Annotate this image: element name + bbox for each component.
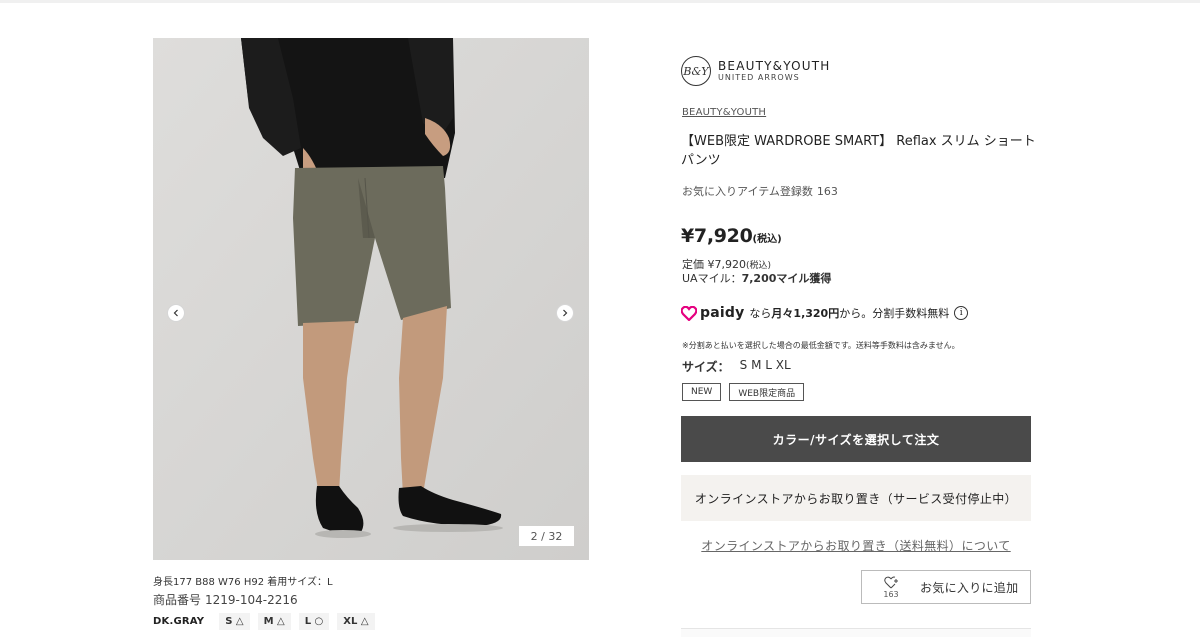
product-tags: NEW WEB限定商品 (682, 383, 812, 401)
info-icon[interactable]: i (954, 306, 969, 320)
variant-size-stock: S △ (219, 613, 250, 630)
paidy-text: なら月々1,320円から。分割手数料無料 (749, 305, 949, 321)
next-section-edge (681, 628, 1031, 637)
sale-price-tax: (税込) (752, 234, 782, 245)
store-pickup-button[interactable]: オンラインストアからお取り置き（サービス受付停止中） (681, 475, 1031, 521)
paidy-installment: paidy なら月々1,320円から。分割手数料無料 i (681, 305, 969, 321)
paidy-text-prefix: なら (749, 307, 772, 320)
product-image-gallery[interactable]: 2 / 32 (153, 38, 589, 560)
product-number-value: 1219-104-2216 (205, 593, 298, 607)
product-number-label: 商品番号 (153, 593, 202, 607)
ua-miles-value: 7,200マイル獲得 (741, 272, 832, 285)
available-sizes: サイズ： S M L XL (682, 358, 791, 375)
brand-logo-name: BEAUTY&YOUTH (718, 58, 831, 73)
size-values: S M L XL (739, 358, 791, 372)
tag-web-exclusive: WEB限定商品 (729, 383, 805, 401)
heart-plus-icon (883, 576, 898, 588)
variant-size-stock: L ○ (298, 613, 330, 630)
favorite-count-value: 163 (816, 185, 838, 198)
tag-new: NEW (682, 383, 722, 401)
previous-image-button[interactable] (167, 304, 185, 322)
select-color-size-order-button[interactable]: カラー/サイズを選択して注文 (681, 416, 1031, 462)
stock-variant-row: DK.GRAY S △ M △ L ○ XL △ (153, 613, 383, 630)
brand-logo-sub: UNITED ARROWS (718, 73, 800, 83)
favorite-button-count: 163 (883, 589, 899, 599)
sale-price: ¥7,920(税込) (681, 225, 782, 247)
paidy-logo: paidy (681, 305, 744, 321)
variant-size-stock: M △ (257, 613, 291, 630)
brand-monogram-icon: B&Y (681, 56, 711, 86)
model-size-info: 身長177 B88 W76 H92 着用サイズ：L (153, 577, 333, 588)
product-photo (153, 38, 589, 560)
brand-logo[interactable]: B&Y BEAUTY&YOUTH UNITED ARROWS (681, 56, 830, 86)
paidy-text-suffix: から。分割手数料無料 (839, 307, 950, 320)
size-label: サイズ： (682, 360, 730, 374)
product-title: 【WEB限定 WARDROBE SMART】 Reflax スリム ショートパン… (681, 134, 1036, 168)
paidy-note: ※分割あと払いを選択した場合の最低金額です。送料等手数料は含みません。 (682, 341, 960, 350)
chevron-right-icon (563, 309, 568, 317)
image-counter: 2 / 32 (519, 526, 574, 546)
next-image-button[interactable] (556, 304, 574, 322)
variant-size-stock: XL △ (337, 613, 375, 630)
top-divider (0, 0, 1200, 3)
variant-color-name: DK.GRAY (153, 616, 205, 627)
brand-logo-text: BEAUTY&YOUTH UNITED ARROWS (718, 58, 831, 83)
chevron-left-icon (173, 309, 178, 317)
brand-link[interactable]: BEAUTY&YOUTH (682, 107, 766, 118)
paidy-wordmark: paidy (700, 305, 745, 321)
store-pickup-info-link[interactable]: オンラインストアからお取り置き（送料無料）について (681, 537, 1031, 554)
add-to-favorites-button[interactable]: 163 お気に入りに追加 (861, 570, 1031, 604)
sale-price-value: ¥7,920 (681, 225, 753, 247)
favorite-count-label: お気に入りアイテム登録数 (682, 185, 813, 198)
product-number: 商品番号 1219-104-2216 (153, 591, 298, 608)
favorite-icon-group: 163 (862, 576, 920, 599)
paidy-heart-icon (681, 305, 697, 321)
favorite-button-label: お気に入りに追加 (920, 580, 1019, 595)
favorite-count: お気に入りアイテム登録数 163 (682, 183, 838, 199)
ua-miles: UAマイル：7,200マイル獲得 (682, 270, 831, 286)
ua-miles-label: UAマイル： (682, 272, 742, 285)
paidy-monthly-amount: 月々1,320円 (771, 307, 840, 320)
